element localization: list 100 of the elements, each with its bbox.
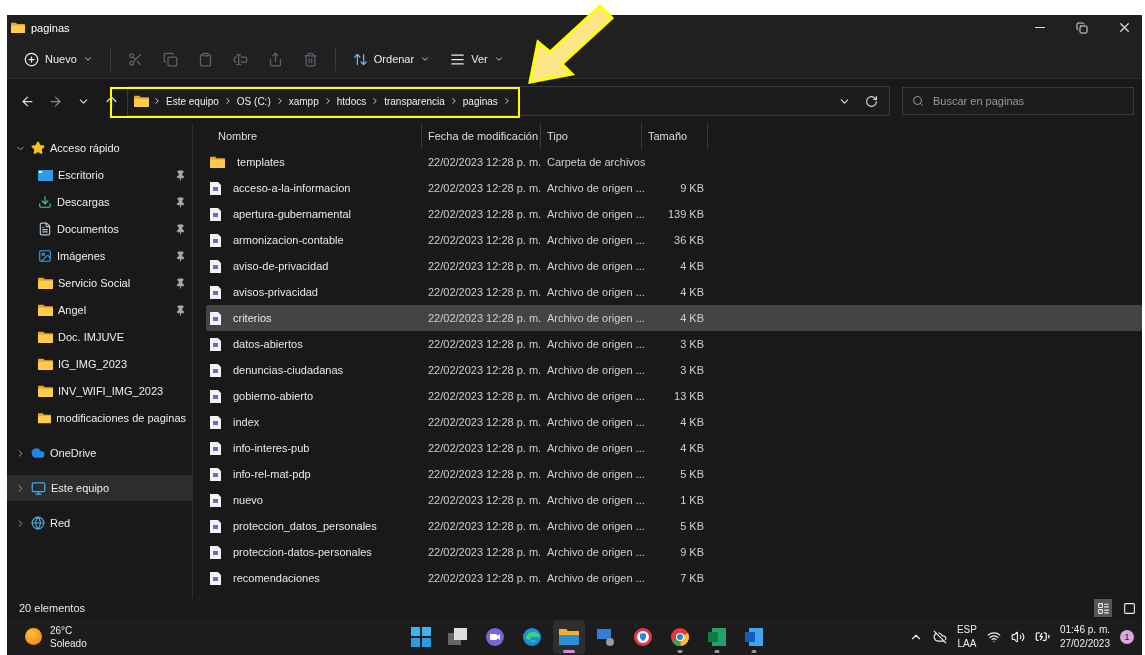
size-cell-text: 4 KB (679, 416, 705, 428)
sidebar-item[interactable]: Documentos (7, 216, 192, 242)
type-cell-text: Archivo de origen ... (546, 442, 642, 454)
type-cell-text: Archivo de origen ... (546, 390, 642, 402)
file-row[interactable]: info-interes-pub 22/02/2023 12:28 p. m. Archivo de origen ... 4 KB (206, 435, 1142, 461)
item-count: 20 elementos (19, 602, 86, 614)
file-row[interactable]: info-rel-mat-pdp 22/02/2023 12:28 p. m. Archivo de origen ... 5 KB (206, 461, 1142, 487)
date-cell-text: 22/02/2023 12:28 p. m. (427, 338, 541, 350)
sidebar-item[interactable]: Angel (7, 297, 192, 323)
sidebar-item[interactable]: Este equipo (7, 475, 192, 501)
running-indicator (751, 649, 757, 653)
date-cell-text: 22/02/2023 12:28 p. m. (427, 208, 541, 220)
sidebar-item[interactable]: Servicio Social (7, 270, 192, 296)
caret-icon (493, 54, 504, 64)
breadcrumb[interactable]: xampp (287, 95, 320, 107)
type-cell-text: Archivo de origen ... (546, 338, 642, 350)
breadcrumb[interactable]: OS (C:) (235, 95, 272, 107)
type-cell-text: Archivo de origen ... (546, 572, 642, 584)
forward-arrow-icon (47, 93, 63, 109)
sidebar-item[interactable]: modificaciones de paginas (7, 405, 192, 431)
cut-icon (127, 51, 143, 67)
file-row[interactable]: aviso-de-privacidad 22/02/2023 12:28 p. m. Archivo de origen ... 4 KB (206, 253, 1142, 279)
file-icon (210, 233, 221, 247)
taskbar-app[interactable] (553, 619, 585, 654)
column-header[interactable]: Fecha de modificación (422, 123, 541, 149)
file-row[interactable]: datos-abiertos 22/02/2023 12:28 p. m. Archivo de origen ... 3 KB (206, 331, 1142, 357)
file-name: recomendaciones (232, 572, 320, 584)
document-icon (38, 222, 52, 236)
column-header[interactable]: Tipo (541, 123, 642, 149)
running-indicator (677, 649, 683, 653)
language-indicator[interactable]: ESP LAA (956, 622, 977, 651)
sidebar-item[interactable]: IG_IMG_2023 (7, 351, 192, 377)
breadcrumb[interactable]: htdocs (335, 95, 368, 107)
date-cell-text: 22/02/2023 12:28 p. m. (427, 286, 541, 298)
file-row[interactable]: recomendaciones 22/02/2023 12:28 p. m. Archivo de origen ... 7 KB (206, 565, 1142, 591)
download-icon (38, 195, 52, 209)
details-view-button[interactable] (1094, 599, 1112, 617)
file-row[interactable]: avisos-privacidad 22/02/2023 12:28 p. m. Archivo de origen ... 4 KB (206, 279, 1142, 305)
type-cell-text: Archivo de origen ... (546, 520, 642, 532)
sidebar-item[interactable]: Escritorio (7, 162, 192, 188)
sidebar-item[interactable]: Imágenes (7, 243, 192, 269)
remote-desktop-icon (596, 626, 616, 647)
file-row[interactable]: templates 22/02/2023 12:28 p. m. Carpeta de archivos (206, 149, 1142, 175)
sidebar-item[interactable]: Red (7, 510, 192, 536)
view-button[interactable]: Ver (441, 44, 513, 74)
folder-icon (38, 277, 53, 289)
file-icon (210, 181, 221, 195)
type-cell-text: Archivo de origen ... (546, 234, 642, 246)
search-icon (912, 95, 924, 107)
minimize-icon (1035, 27, 1045, 28)
size-cell-text: 1 KB (679, 494, 705, 506)
breadcrumb[interactable]: paginas (461, 95, 499, 107)
refresh-icon (864, 94, 878, 108)
date-cell-text: 22/02/2023 12:28 p. m. (427, 260, 541, 272)
date-cell-text: 22/02/2023 12:28 p. m. (427, 416, 541, 428)
network-icon (31, 516, 45, 530)
file-name: templates (236, 156, 285, 168)
temperature: 26°C (50, 623, 74, 637)
sort-button[interactable]: Ordenar (343, 44, 440, 74)
file-row[interactable]: acceso-a-la-informacion 22/02/2023 12:28 p. m. Archivo de origen ... 9 KB (206, 175, 1142, 201)
file-icon (210, 311, 221, 325)
file-row[interactable]: apertura-gubernamental 22/02/2023 12:28 p. m. Archivo de origen ... 139 KB (206, 201, 1142, 227)
column-header[interactable]: Nombre (206, 123, 422, 149)
file-row[interactable]: proteccion_datos_personales 22/02/2023 12:28 p. m. Archivo de origen ... 5 KB (206, 513, 1142, 539)
file-icon (210, 363, 221, 377)
type-cell-text: Archivo de origen ... (546, 312, 642, 324)
new-button[interactable]: Nuevo (15, 44, 102, 74)
search-field[interactable]: Buscar en paginas (902, 87, 1134, 115)
folder-icon (38, 304, 53, 316)
star-icon (31, 141, 45, 155)
file-name: info-rel-mat-pdp (232, 468, 311, 480)
sidebar-item[interactable]: OneDrive (7, 440, 192, 466)
file-row[interactable]: nuevo 22/02/2023 12:28 p. m. Archivo de origen ... 1 KB (206, 487, 1142, 513)
file-row[interactable]: gobierno-abierto 22/02/2023 12:28 p. m. Archivo de origen ... 13 KB (206, 383, 1142, 409)
column-header[interactable]: Tamaño (642, 123, 708, 149)
sidebar-item[interactable]: INV_WIFI_IMG_2023 (7, 378, 192, 404)
file-row[interactable]: index 22/02/2023 12:28 p. m. Archivo de origen ... 4 KB (206, 409, 1142, 435)
notification-badge[interactable]: 1 (1120, 629, 1134, 644)
address-bar[interactable]: Este equipo OS (C:) xampp htdocs transparencia paginas (127, 86, 890, 116)
file-row[interactable]: armonizacion-contable 22/02/2023 12:28 p. m. Archivo de origen ... 36 KB (206, 227, 1142, 253)
file-row[interactable]: proteccion-datos-personales 22/02/2023 12:28 p. m. Archivo de origen ... 9 KB (206, 539, 1142, 565)
file-icon (210, 493, 221, 507)
date-cell-text: 22/02/2023 12:28 p. m. (427, 494, 541, 506)
type-cell-text: Archivo de origen ... (546, 494, 642, 506)
file-row[interactable]: criterios 22/02/2023 12:28 p. m. Archivo de origen ... 4 KB (206, 305, 1142, 331)
file-name: info-interes-pub (232, 442, 310, 454)
sidebar-item[interactable]: Descargas (7, 189, 192, 215)
volume-icon[interactable] (1010, 629, 1025, 644)
cloud-off-icon[interactable] (932, 629, 947, 644)
wifi-icon[interactable] (986, 629, 1001, 644)
battery-icon[interactable] (1034, 629, 1050, 644)
running-indicator (563, 649, 575, 653)
breadcrumb[interactable]: Este equipo (165, 95, 220, 107)
monitor-icon (31, 480, 46, 496)
breadcrumb[interactable]: transparencia (383, 95, 446, 107)
sidebar-item[interactable]: Doc. IMJUVE (7, 324, 192, 350)
clock[interactable]: 01:46 p. m. 27/02/2023 (1059, 622, 1110, 651)
trash-icon (302, 51, 318, 67)
sidebar-item[interactable]: Acceso rápido (7, 135, 192, 161)
file-row[interactable]: denuncias-ciudadanas 22/02/2023 12:28 p. m. Archivo de origen ... 3 KB (206, 357, 1142, 383)
